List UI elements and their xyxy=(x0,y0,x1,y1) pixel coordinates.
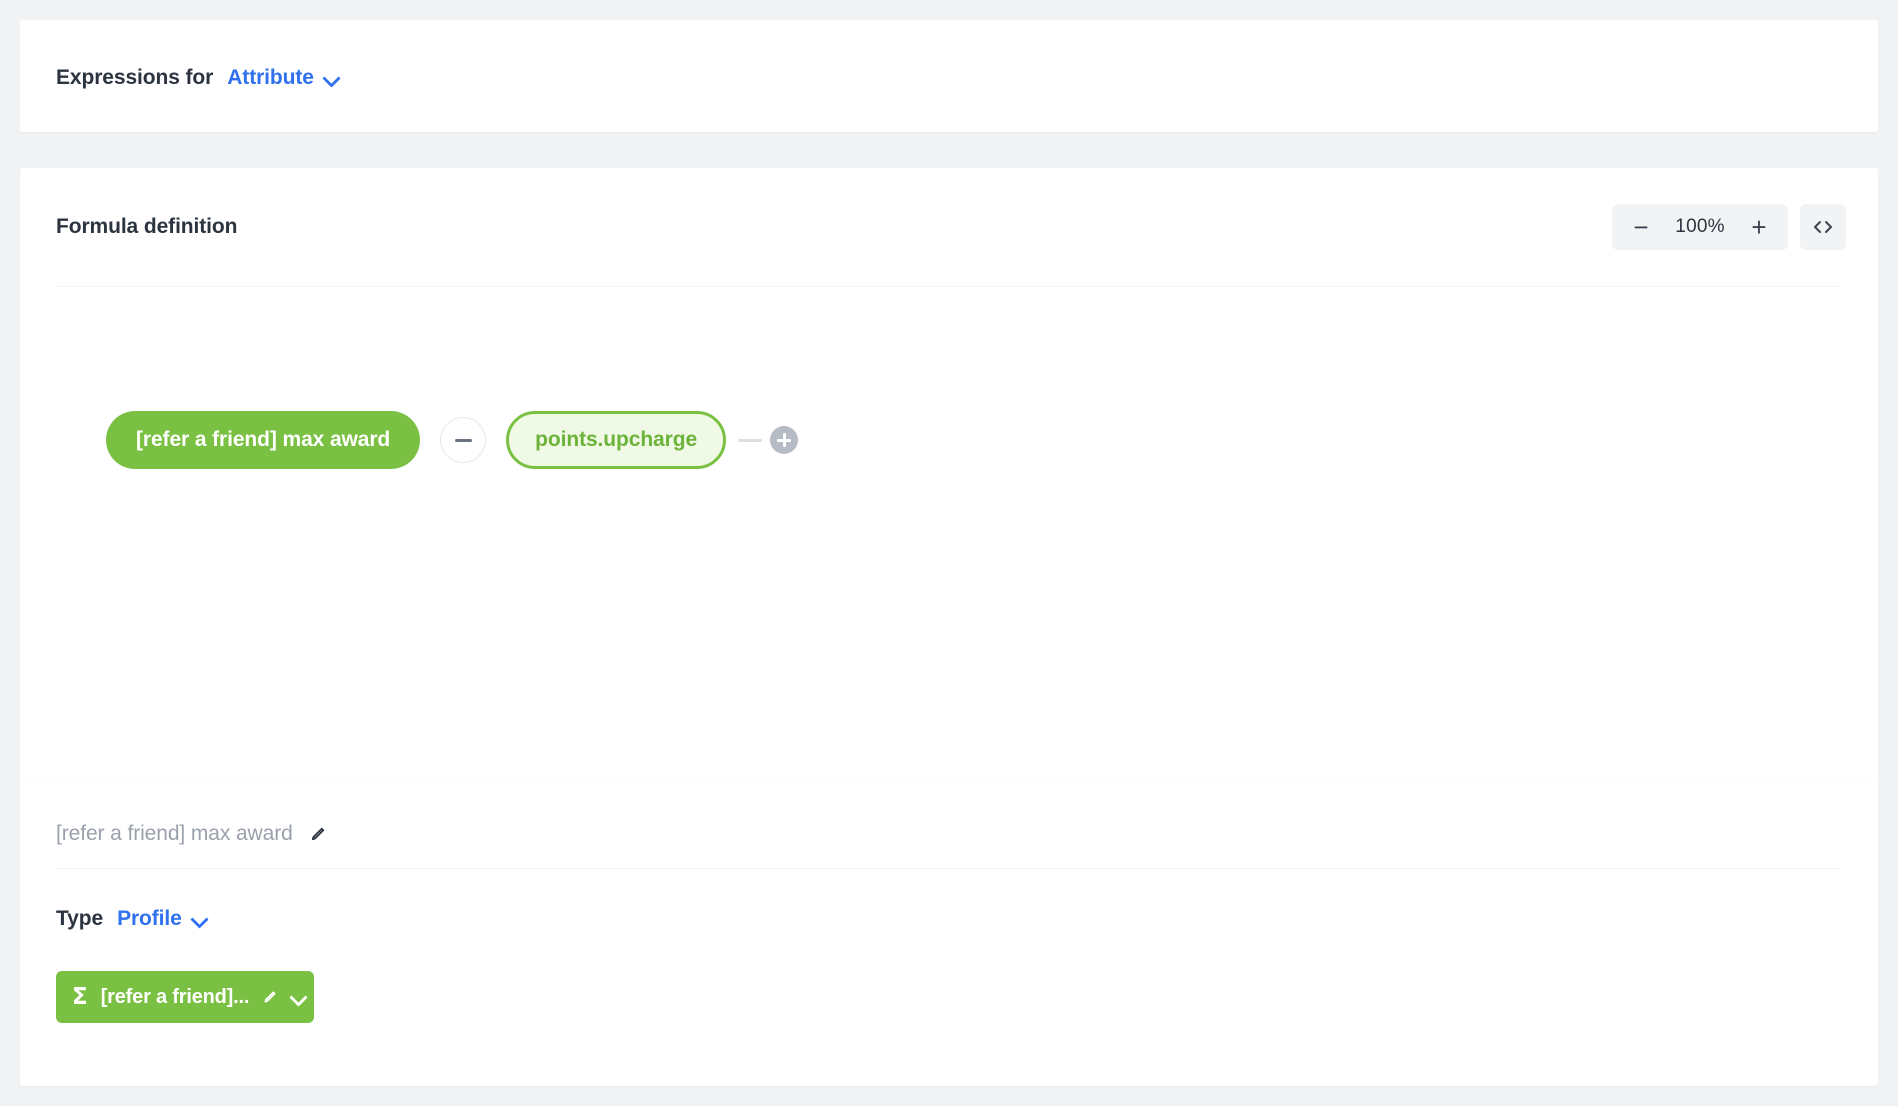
formula-node-secondary[interactable]: points.upcharge xyxy=(506,411,727,469)
add-node-button[interactable] xyxy=(770,426,799,454)
chevron-down-icon xyxy=(192,911,208,927)
zoom-out-button[interactable]: − xyxy=(1618,205,1664,249)
pencil-icon[interactable] xyxy=(309,825,327,843)
node-detail-panel: [refer a friend] max award Type Profile … xyxy=(20,782,1878,1023)
code-brackets-icon xyxy=(1811,215,1835,239)
chevron-down-icon[interactable] xyxy=(291,989,307,1005)
card-gap xyxy=(20,132,1878,168)
zoom-in-button[interactable]: + xyxy=(1736,205,1782,249)
formula-toolbar: − 100% + xyxy=(1612,204,1846,250)
zoom-level-value: 100% xyxy=(1675,216,1725,237)
expressions-for-label: Expressions for xyxy=(56,66,214,89)
operator-subtract-button[interactable] xyxy=(440,417,487,463)
formula-definition-title: Formula definition xyxy=(56,215,238,238)
node-name-value: [refer a friend] max award xyxy=(56,822,293,845)
aggregation-chip-label: [refer a friend]... xyxy=(100,985,250,1008)
minus-icon xyxy=(454,438,472,442)
formula-node-primary[interactable]: [refer a friend] max award xyxy=(106,411,421,469)
node-name-row: [refer a friend] max award xyxy=(56,822,1842,868)
attribute-scope-value: Attribute xyxy=(227,66,314,89)
expressions-header-card: Expressions for Attribute xyxy=(20,20,1878,132)
code-view-button[interactable] xyxy=(1800,204,1846,250)
node-type-dropdown[interactable]: Profile xyxy=(117,907,208,931)
formula-definition-card: Formula definition − 100% + [refer a fri… xyxy=(20,168,1878,1086)
page-root: Expressions for Attribute Formula defini… xyxy=(0,0,1898,1106)
formula-definition-header: Formula definition − 100% + xyxy=(20,168,1878,286)
node-type-row: Type Profile xyxy=(56,907,1842,931)
pencil-icon[interactable] xyxy=(262,989,278,1005)
formula-canvas[interactable]: [refer a friend] max award points.upchar… xyxy=(20,287,1878,781)
aggregation-chip[interactable]: Σ [refer a friend]... xyxy=(56,971,314,1023)
expressions-for-row: Expressions for Attribute xyxy=(56,66,340,90)
expressions-header-bar: Expressions for Attribute xyxy=(20,20,1878,132)
node-type-value: Profile xyxy=(117,907,182,930)
node-connector-line xyxy=(738,438,763,442)
zoom-control-group: − 100% + xyxy=(1612,204,1788,250)
node-name-underline xyxy=(56,868,1842,869)
sigma-icon: Σ xyxy=(72,983,88,1010)
formula-node-row: [refer a friend] max award points.upchar… xyxy=(106,411,799,469)
chevron-down-icon xyxy=(324,70,340,86)
attribute-scope-dropdown[interactable]: Attribute xyxy=(227,66,340,90)
node-type-label: Type xyxy=(56,907,104,930)
